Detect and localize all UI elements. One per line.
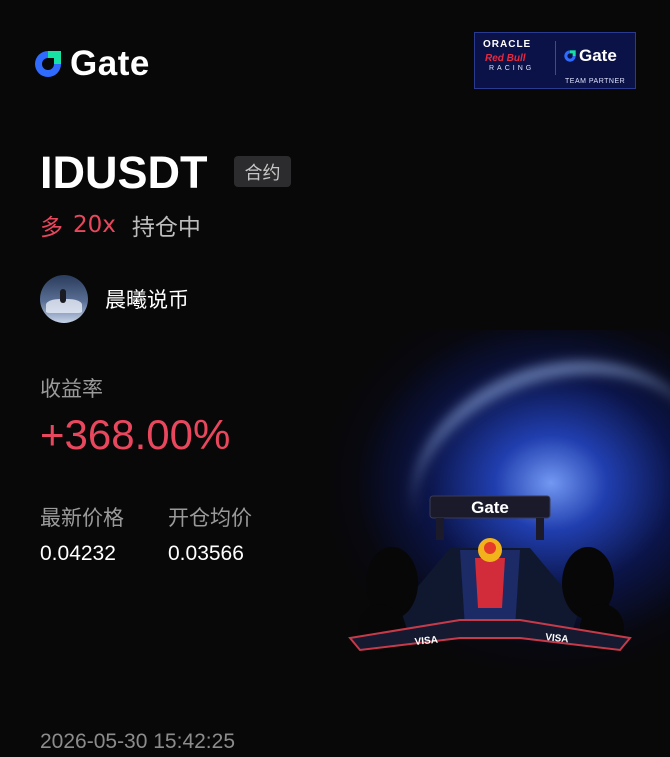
position-summary: 多 20x 持仓中 xyxy=(40,208,201,242)
car-wing-text: Gate xyxy=(471,498,509,517)
race-car-image: Gate VISA VISA xyxy=(348,495,632,652)
roi-label: 收益率 xyxy=(40,377,103,401)
gate-logo-icon xyxy=(35,51,61,77)
trading-pair-symbol: IDUSDT xyxy=(40,147,208,198)
entry-price-label: 开仓均价 xyxy=(168,506,252,530)
leverage-value: 20x xyxy=(73,212,116,238)
contract-type-tag: 合约 xyxy=(234,156,291,187)
partner-line2: Red Bull xyxy=(485,53,526,64)
user-name: 晨曦说币 xyxy=(105,288,189,312)
partner-line1: ORACLE xyxy=(483,39,532,50)
position-side: 多 xyxy=(40,215,63,241)
gate-logo-icon xyxy=(564,50,576,62)
partner-gate-text: Gate xyxy=(579,46,617,65)
partner-gate: Gate xyxy=(563,46,617,66)
team-partner-badge: ORACLE Red Bull RACING Gate TEAM PARTNER xyxy=(474,32,636,89)
partner-caption: TEAM PARTNER xyxy=(565,78,626,85)
svg-text:VISA: VISA xyxy=(545,632,569,645)
user-profile[interactable]: 晨曦说币 xyxy=(40,275,189,323)
partner-divider xyxy=(555,41,556,75)
latest-price-label: 最新价格 xyxy=(40,506,124,530)
timestamp: 2026-05-30 15:42:25 xyxy=(40,730,235,753)
position-status: 持仓中 xyxy=(131,215,201,241)
latest-price-value: 0.04232 xyxy=(40,542,116,565)
entry-price-value: 0.03566 xyxy=(168,542,244,565)
user-avatar[interactable] xyxy=(40,275,88,323)
brand-header: Gate xyxy=(32,44,150,84)
roi-value: +368.00% xyxy=(40,411,231,458)
svg-text:VISA: VISA xyxy=(414,635,438,648)
brand-name: Gate xyxy=(70,44,150,83)
partner-line3: RACING xyxy=(489,65,535,72)
